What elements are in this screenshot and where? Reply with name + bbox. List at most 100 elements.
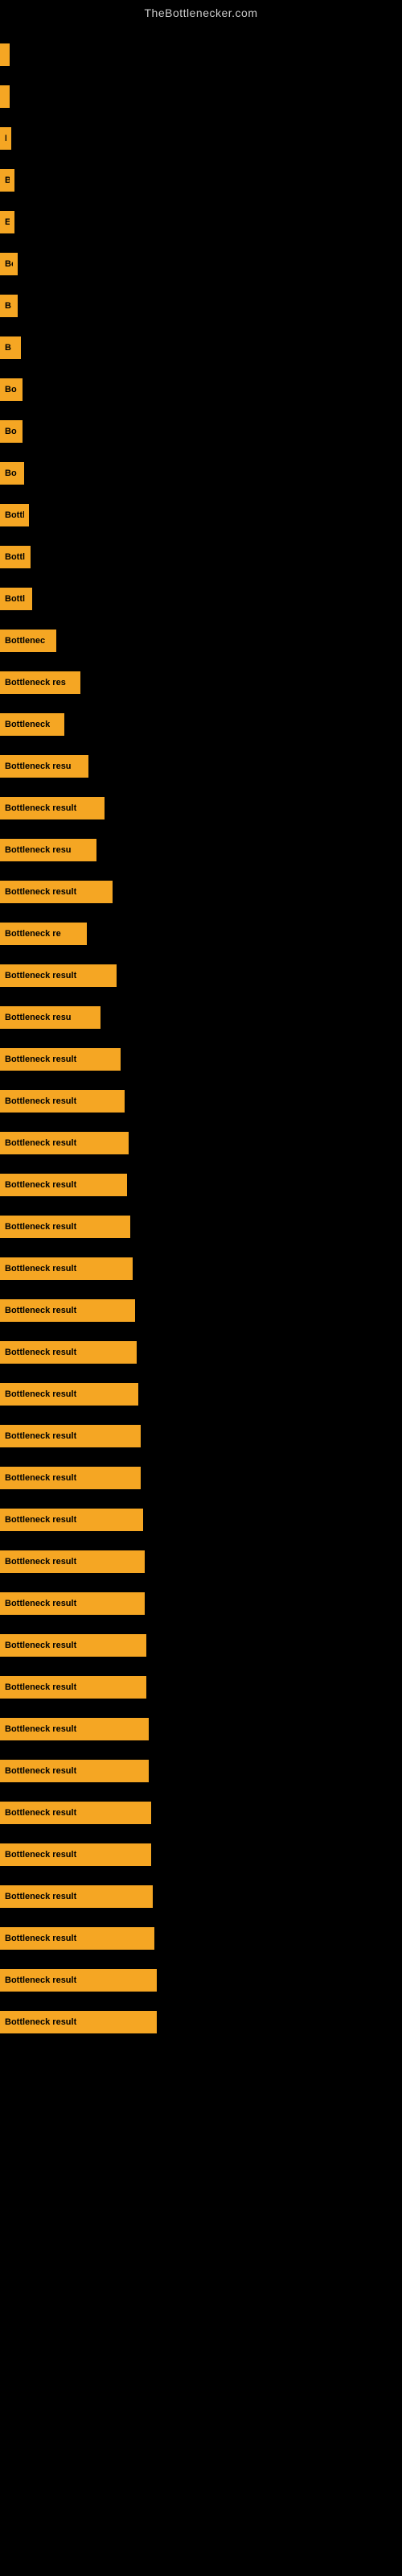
bar-item-38: Bottleneck result — [0, 1634, 146, 1657]
bar-row: Bottleneck — [0, 704, 402, 745]
bar-row: E — [0, 118, 402, 159]
bar-row: Bottleneck result — [0, 1624, 402, 1666]
bar-label-text-16: Bottleneck — [5, 720, 50, 729]
bar-row: Bottleneck resu — [0, 829, 402, 871]
bar-item-28: Bottleneck result — [0, 1216, 130, 1238]
bar-label-text-46: Bottleneck result — [5, 1975, 76, 1985]
bar-item-8: Bo — [0, 378, 23, 401]
bar-label-text-39: Bottleneck result — [5, 1682, 76, 1692]
bar-label-text-43: Bottleneck result — [5, 1850, 76, 1860]
bar-row: Bottleneck result — [0, 1164, 402, 1206]
bar-row: Bottleneck result — [0, 787, 402, 829]
bar-item-31: Bottleneck result — [0, 1341, 137, 1364]
bar-row: Bottleneck result — [0, 1038, 402, 1080]
bar-label-text-21: Bottleneck re — [5, 929, 61, 939]
bar-label-text-25: Bottleneck result — [5, 1096, 76, 1106]
bar-row: Bottlenec — [0, 620, 402, 662]
bar-item-27: Bottleneck result — [0, 1174, 127, 1196]
bar-label-text-3: B — [5, 175, 10, 185]
bar-label-text-32: Bottleneck result — [5, 1389, 76, 1399]
bar-label-text-6: B — [5, 301, 11, 311]
bar-row: Bottleneck result — [0, 1331, 402, 1373]
bar-row: Bottleneck result — [0, 1248, 402, 1290]
bar-label-text-8: Bo — [5, 385, 17, 394]
bar-item-39: Bottleneck result — [0, 1676, 146, 1699]
bar-label-text-29: Bottleneck result — [5, 1264, 76, 1274]
bar-item-18: Bottleneck result — [0, 797, 105, 819]
bar-label-text-38: Bottleneck result — [5, 1641, 76, 1650]
bar-item-13: Bottl — [0, 588, 32, 610]
bar-row: Bottleneck result — [0, 1206, 402, 1248]
bar-item-14: Bottlenec — [0, 630, 56, 652]
bar-item-21: Bottleneck re — [0, 923, 87, 945]
bar-item-20: Bottleneck result — [0, 881, 113, 903]
bar-label-text-22: Bottleneck result — [5, 971, 76, 980]
bar-label-text-12: Bottl — [5, 552, 25, 562]
bar-item-22: Bottleneck result — [0, 964, 117, 987]
bar-item-10: Bo — [0, 462, 24, 485]
bar-item-35: Bottleneck result — [0, 1509, 143, 1531]
bar-row: B — [0, 327, 402, 369]
bar-label-text-36: Bottleneck result — [5, 1557, 76, 1567]
bar-label-text-34: Bottleneck result — [5, 1473, 76, 1483]
bar-item-3: B — [0, 169, 14, 192]
bar-item-40: Bottleneck result — [0, 1718, 149, 1740]
bar-row: Bottleneck result — [0, 1457, 402, 1499]
bar-item-26: Bottleneck result — [0, 1132, 129, 1154]
bar-label-text-14: Bottlenec — [5, 636, 45, 646]
bar-item-2: E — [0, 127, 11, 150]
bar-row: Bottleneck res — [0, 662, 402, 704]
bar-row: Bottleneck result — [0, 1708, 402, 1750]
bar-item-33: Bottleneck result — [0, 1425, 141, 1447]
bar-item-43: Bottleneck result — [0, 1843, 151, 1866]
bar-row: Bottleneck result — [0, 955, 402, 997]
bar-row: Bottleneck result — [0, 1876, 402, 1918]
bar-item-44: Bottleneck result — [0, 1885, 153, 1908]
bar-item-41: Bottleneck result — [0, 1760, 149, 1782]
bar-item-29: Bottleneck result — [0, 1257, 133, 1280]
bar-label-text-17: Bottleneck resu — [5, 762, 72, 771]
bar-row: B — [0, 159, 402, 201]
bar-row: Bo — [0, 411, 402, 452]
bar-row: Bottleneck result — [0, 1373, 402, 1415]
bar-label-text-24: Bottleneck result — [5, 1055, 76, 1064]
bar-item-11: Bottl — [0, 504, 29, 526]
bar-label-text-2: E — [5, 134, 6, 143]
bar-label-text-28: Bottleneck result — [5, 1222, 76, 1232]
bar-label-text-35: Bottleneck result — [5, 1515, 76, 1525]
bar-label-text-5: Bo — [5, 259, 13, 269]
bar-item-7: B — [0, 336, 21, 359]
bar-label-text-7: B — [5, 343, 11, 353]
bar-row: Bottleneck result — [0, 1415, 402, 1457]
bar-label-text-10: Bo — [5, 469, 17, 478]
bar-item-15: Bottleneck res — [0, 671, 80, 694]
bar-row: Bottleneck result — [0, 1792, 402, 1834]
bar-row: Bottleneck result — [0, 1834, 402, 1876]
bar-item-1 — [0, 85, 10, 108]
bar-row: Bottleneck result — [0, 1666, 402, 1708]
bar-row: Bottleneck result — [0, 1583, 402, 1624]
bar-row: Bottleneck result — [0, 1290, 402, 1331]
site-title: TheBottlenecker.com — [0, 0, 402, 26]
bar-label-text-41: Bottleneck result — [5, 1766, 76, 1776]
bar-item-30: Bottleneck result — [0, 1299, 135, 1322]
bar-label-text-30: Bottleneck result — [5, 1306, 76, 1315]
bar-label-text-4: E — [5, 217, 10, 227]
bar-label-text-20: Bottleneck result — [5, 887, 76, 897]
bar-item-36: Bottleneck result — [0, 1550, 145, 1573]
bar-row: Bottleneck re — [0, 913, 402, 955]
bar-label-text-11: Bottl — [5, 510, 24, 520]
bar-item-9: Bo — [0, 420, 23, 443]
bar-row: Bottl — [0, 578, 402, 620]
bar-row: Bo — [0, 369, 402, 411]
bar-item-0 — [0, 43, 10, 66]
bar-label-text-23: Bottleneck resu — [5, 1013, 72, 1022]
bar-row — [0, 76, 402, 118]
bar-row: B — [0, 285, 402, 327]
bar-item-37: Bottleneck result — [0, 1592, 145, 1615]
bar-label-text-31: Bottleneck result — [5, 1348, 76, 1357]
bar-item-23: Bottleneck resu — [0, 1006, 100, 1029]
bar-label-text-19: Bottleneck resu — [5, 845, 72, 855]
bar-label-text-9: Bo — [5, 427, 17, 436]
bar-item-17: Bottleneck resu — [0, 755, 88, 778]
